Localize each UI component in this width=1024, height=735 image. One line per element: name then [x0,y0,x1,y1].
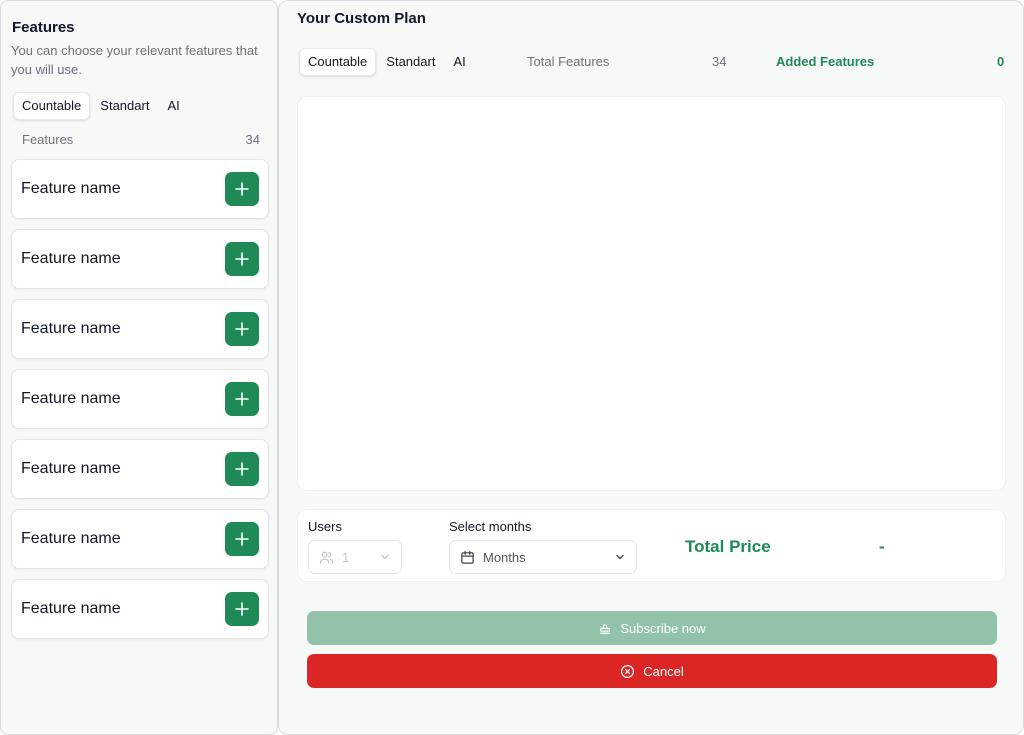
total-features-label: Total Features [527,54,610,69]
plan-title: Your Custom Plan [297,10,426,27]
add-feature-button[interactable] [225,172,259,206]
plus-icon [235,182,249,196]
tab-countable[interactable]: Countable [299,48,377,76]
calendar-icon [461,550,474,564]
add-feature-button[interactable] [225,382,259,416]
feature-name: Feature name [21,390,121,407]
features-sidebar: Features You can choose your relevant fe… [0,0,278,735]
sidebar-description: You can choose your relevant features th… [11,43,258,77]
plan-configuration: Users 1 Select months Months Total Price… [297,509,1006,582]
plus-icon [235,322,249,336]
cancel-label: Cancel [643,663,684,679]
custom-plan-panel: Your Custom Plan Countable Standart AI T… [278,0,1024,735]
feature-card: Feature name [11,439,269,499]
tab-ai[interactable]: AI [445,49,473,75]
chevron-down-icon [381,554,389,560]
add-feature-button[interactable] [225,312,259,346]
users-label: Users [308,519,342,534]
plus-icon [235,602,249,616]
added-features-label: Added Features [776,54,875,69]
total-price-value: - [879,537,885,556]
feature-name: Feature name [21,320,121,337]
feature-card: Feature name [11,159,269,219]
tab-standart[interactable]: Standart [92,93,157,119]
months-label: Select months [449,519,532,534]
sidebar-tabs: Countable Standart AI [13,92,188,120]
subscribe-label: Subscribe now [620,620,706,636]
feature-card: Feature name [11,369,269,429]
feature-name: Feature name [21,530,121,547]
plus-icon [235,252,249,266]
feature-name: Feature name [21,460,121,477]
add-feature-button[interactable] [225,242,259,276]
tab-countable[interactable]: Countable [13,92,91,120]
feature-name: Feature name [21,180,121,197]
months-value: Months [483,549,526,565]
add-feature-button[interactable] [225,452,259,486]
plus-icon [235,392,249,406]
features-label: Features [22,132,74,147]
cancel-button[interactable]: Cancel [307,654,997,688]
add-feature-button[interactable] [225,592,259,626]
users-select[interactable]: 1 [308,540,402,574]
stamp-icon [600,624,611,634]
feature-card: Feature name [11,579,269,639]
feature-card: Feature name [11,299,269,359]
added-features-value: 0 [997,54,1005,69]
chevron-down-icon [616,554,624,560]
add-feature-button[interactable] [225,522,259,556]
feature-name: Feature name [21,250,121,267]
plan-tabs: Countable Standart AI [299,48,474,76]
months-select[interactable]: Months [449,540,637,574]
total-features-value: 34 [712,54,727,69]
subscribe-button[interactable]: Subscribe now [307,611,997,645]
feature-card: Feature name [11,229,269,289]
features-header: Features 34 [22,132,260,147]
feature-name: Feature name [21,600,121,617]
tab-standart[interactable]: Standart [378,49,443,75]
feature-list: Feature name Feature name Feature name F… [11,159,269,649]
feature-card: Feature name [11,509,269,569]
features-count: 34 [245,132,260,147]
close-circle-icon [621,664,635,678]
users-icon [319,551,334,564]
plus-icon [235,462,249,476]
plus-icon [235,532,249,546]
added-features-area [297,96,1006,491]
total-price-label: Total Price [685,537,771,556]
sidebar-title: Features [12,19,75,36]
users-value: 1 [342,549,350,565]
tab-ai[interactable]: AI [159,93,187,119]
